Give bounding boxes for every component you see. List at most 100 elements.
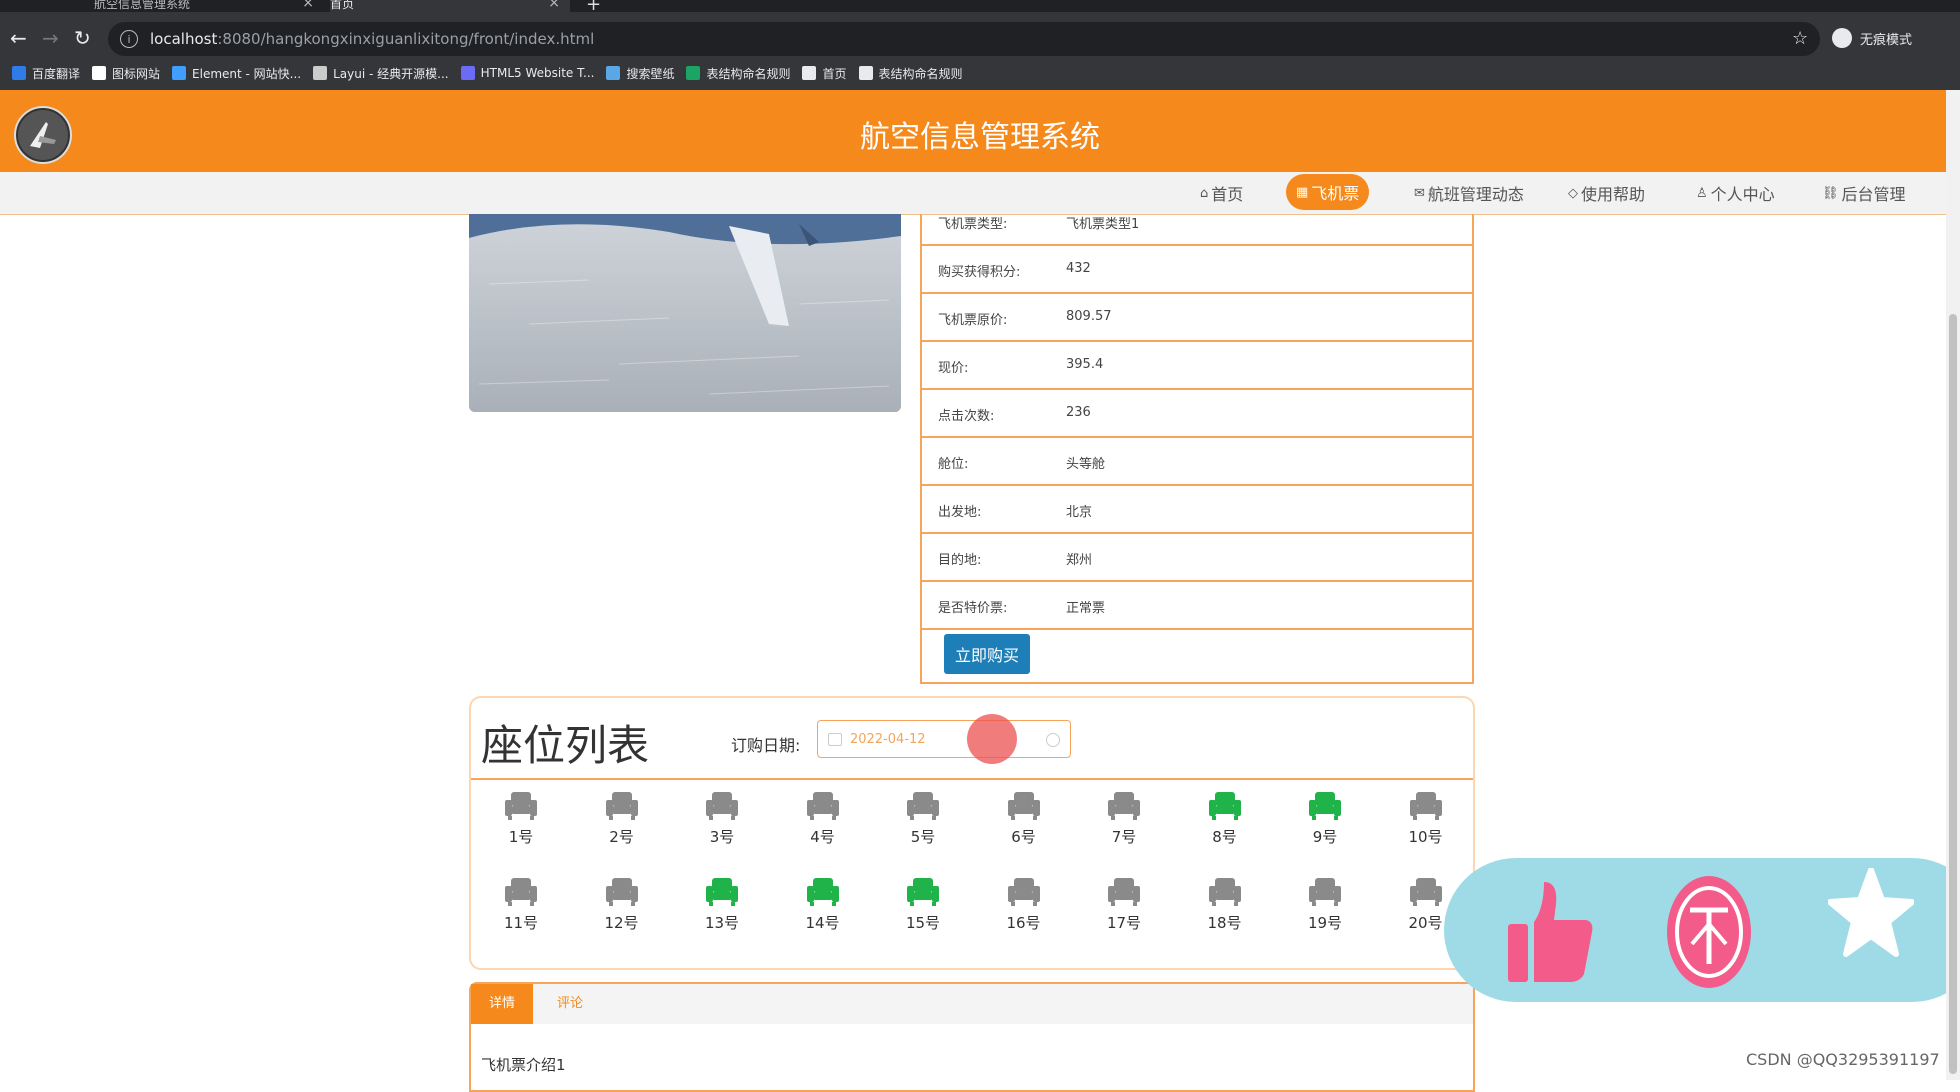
seat-16[interactable]: 16号: [984, 876, 1064, 933]
seat-icon: [505, 792, 537, 820]
seat-7[interactable]: 7号: [1084, 790, 1164, 847]
seat-label: 4号: [810, 828, 835, 846]
detail-value: 飞机票类型1: [1066, 217, 1140, 232]
detail-key: 飞机票类型:: [938, 217, 1008, 232]
bookmark-star-icon[interactable]: ☆: [1792, 28, 1808, 49]
seat-8[interactable]: 8号: [1185, 790, 1265, 847]
seat-13[interactable]: 13号: [682, 876, 762, 933]
seat-17[interactable]: 17号: [1084, 876, 1164, 933]
seat-11[interactable]: 11号: [481, 876, 561, 933]
detail-value: 809.57: [1066, 309, 1112, 324]
close-icon[interactable]: ×: [548, 0, 560, 11]
seat-label: 8号: [1212, 828, 1237, 846]
seat-10[interactable]: 10号: [1386, 790, 1466, 847]
tab-comments[interactable]: 评论: [539, 984, 601, 1024]
seat-label: 2号: [609, 828, 634, 846]
seat-4[interactable]: 4号: [783, 790, 863, 847]
bookmark-item[interactable]: 搜索壁纸: [606, 65, 674, 82]
seat-label: 19号: [1307, 914, 1343, 932]
bookmark-item[interactable]: Element - 网站快...: [172, 65, 301, 82]
close-icon[interactable]: ×: [302, 0, 314, 11]
info-icon[interactable]: i: [120, 30, 138, 48]
calendar-icon: [828, 732, 842, 746]
browser-tab-active[interactable]: 首页 ×: [330, 0, 570, 12]
seat-label: 6号: [1011, 828, 1036, 846]
seat-6[interactable]: 6号: [984, 790, 1064, 847]
detail-value: 郑州: [1066, 553, 1093, 568]
seat-2[interactable]: 2号: [582, 790, 662, 847]
seat-14[interactable]: 14号: [783, 876, 863, 933]
seat-15[interactable]: 15号: [883, 876, 963, 933]
seat-icon: [1309, 792, 1341, 820]
bookmark-item[interactable]: Layui - 经典开源模...: [313, 65, 449, 82]
back-icon[interactable]: ←: [10, 26, 27, 50]
star-icon[interactable]: [1828, 868, 1914, 958]
forward-icon[interactable]: →: [42, 26, 59, 50]
bookmark-label: 表结构命名规则: [706, 66, 791, 81]
bookmark-item[interactable]: 表结构命名规则: [858, 65, 963, 82]
seat-12[interactable]: 12号: [582, 876, 662, 933]
ticket-detail-table: 是否特价票: 正常票 目的地: 郑州 出发地: 北京 舱位: 头等舱 点击次数: 236 现价: 39…: [920, 214, 1474, 684]
clear-icon[interactable]: [1046, 733, 1060, 747]
ticket-description: 飞机票介绍1: [481, 1056, 566, 1074]
bookmark-icon: [802, 66, 817, 80]
bookmark-item[interactable]: 表结构命名规则: [686, 65, 790, 82]
seat-9[interactable]: 9号: [1285, 790, 1365, 847]
detail-key: 现价:: [938, 361, 969, 376]
seat-5[interactable]: 5号: [883, 790, 963, 847]
buy-now-button[interactable]: 立即购买: [944, 634, 1030, 674]
bookmark-item[interactable]: 图标网站: [92, 65, 160, 82]
seat-label: 15号: [905, 914, 941, 932]
bookmark-item[interactable]: 首页: [802, 65, 847, 82]
page-scrollbar[interactable]: [1946, 90, 1960, 1080]
detail-key: 出发地:: [938, 505, 982, 520]
seat-icon: [505, 878, 537, 906]
nav-item-user[interactable]: ♙ 个人中心: [1696, 180, 1775, 206]
thumbs-up-icon[interactable]: [1504, 878, 1596, 988]
coin-icon[interactable]: [1666, 874, 1752, 990]
order-date-picker[interactable]: 2022-04-12: [817, 720, 1071, 758]
incognito-indicator[interactable]: 无痕模式: [1832, 28, 1912, 48]
seat-label: 17号: [1106, 914, 1142, 932]
tab-details[interactable]: 详情: [471, 984, 534, 1024]
seat-icon: [806, 878, 839, 906]
bookmark-item[interactable]: HTML5 Website T...: [460, 66, 594, 80]
address-bar[interactable]: i localhost:8080/hangkongxinxiguanlixito…: [108, 22, 1820, 56]
user-icon: ♙: [1696, 185, 1708, 201]
seat-icon: [1309, 878, 1341, 906]
seat-icon: [605, 878, 638, 906]
reload-icon[interactable]: ↻: [74, 26, 91, 50]
seat-3[interactable]: 3号: [682, 790, 762, 847]
detail-value: 北京: [1066, 505, 1093, 520]
seat-icon: [605, 792, 638, 820]
new-tab-icon[interactable]: +: [586, 0, 601, 12]
scrollbar-thumb[interactable]: [1949, 314, 1957, 1074]
url-text[interactable]: localhost:8080/hangkongxinxiguanlixitong…: [150, 30, 594, 48]
bookmark-icon: [686, 66, 701, 80]
bookmark-item[interactable]: 百度翻译: [12, 65, 80, 82]
divider: [471, 778, 1473, 780]
bookmarks-bar: 百度翻译 图标网站 Element - 网站快... Layui - 经典开源模...…: [0, 56, 1960, 90]
detail-value: 395.4: [1066, 357, 1104, 372]
seat-19[interactable]: 19号: [1285, 876, 1365, 933]
nav-item-tag[interactable]: ◇ 使用帮助: [1568, 180, 1645, 206]
bookmark-label: 搜索壁纸: [626, 66, 675, 81]
detail-key: 飞机票原价:: [938, 313, 1008, 328]
seat-label: 18号: [1207, 914, 1242, 932]
bookmark-label: Layui - 经典开源模...: [333, 66, 449, 81]
nav-item-link[interactable]: ⛓ 后台管理: [1822, 180, 1906, 206]
bookmark-icon: [313, 66, 328, 80]
seat-label: 3号: [709, 828, 735, 846]
seat-1[interactable]: 1号: [481, 790, 561, 847]
detail-key: 舱位:: [938, 457, 969, 472]
detail-key: 点击次数:: [938, 409, 995, 424]
detail-row: 飞机票原价: 809.57: [922, 294, 1472, 342]
seat-icon: [1108, 878, 1140, 906]
seat-18[interactable]: 18号: [1185, 876, 1265, 933]
detail-row: 出发地: 北京: [922, 486, 1472, 534]
detail-row: 现价: 395.4: [922, 342, 1472, 390]
browser-tab[interactable]: 航空信息管理系统 ×: [94, 0, 324, 12]
seat-icon: [706, 792, 738, 820]
detail-row: 是否特价票: 正常票: [922, 582, 1472, 630]
incognito-icon: [1832, 28, 1852, 48]
